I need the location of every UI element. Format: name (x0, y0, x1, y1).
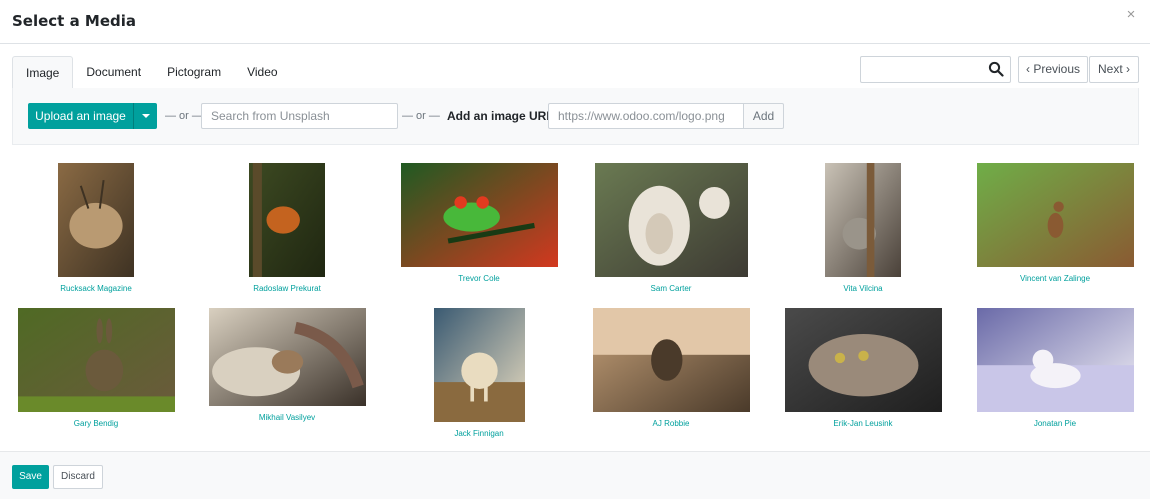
squirrel-image[interactable] (249, 163, 325, 277)
author-link[interactable]: Sam Carter (593, 284, 749, 293)
upload-toolbar: Upload an image — or — — or — Add an ima… (12, 88, 1139, 145)
dialog-header: Select a Media × (0, 0, 1150, 44)
author-link[interactable]: Rucksack Magazine (18, 284, 174, 293)
search-input[interactable] (861, 57, 985, 82)
next-button[interactable]: Next › (1089, 56, 1139, 83)
cat-image[interactable] (208, 308, 366, 406)
or-separator: — or — (165, 110, 203, 122)
rabbit-image[interactable] (17, 308, 175, 412)
media-item[interactable]: Gary Bendig (17, 308, 175, 432)
image-url-label: Add an image URL (447, 109, 554, 123)
author-link[interactable]: Gary Bendig (18, 419, 174, 428)
media-item[interactable]: Vincent van Zalinge (976, 163, 1134, 287)
media-item[interactable]: Jack Finnigan (401, 308, 557, 442)
author-link[interactable]: Vita Vilcina (785, 284, 941, 293)
author-link[interactable]: Vincent van Zalinge (977, 274, 1133, 283)
author-link[interactable]: Jonatan Pie (977, 419, 1133, 428)
dialog-title: Select a Media (12, 12, 137, 30)
unsplash-search-input[interactable] (201, 103, 398, 129)
tab-image[interactable]: Image (12, 56, 74, 89)
tab-pictogram[interactable]: Pictogram (154, 56, 234, 89)
deer-image[interactable] (58, 163, 134, 277)
kitten-image[interactable] (784, 308, 942, 412)
close-icon[interactable]: × (1122, 6, 1140, 24)
upload-image-button[interactable]: Upload an image (28, 103, 133, 129)
or-separator: — or — (402, 110, 440, 122)
author-link[interactable]: Mikhail Vasilyev (209, 413, 365, 422)
save-button[interactable]: Save (12, 465, 49, 489)
search-icon[interactable] (988, 61, 1004, 77)
tree-frog-image[interactable] (400, 163, 558, 267)
author-link[interactable]: Erik-Jan Leusink (785, 419, 941, 428)
image-url-input[interactable] (548, 103, 744, 129)
add-url-button[interactable]: Add (744, 103, 784, 129)
upload-button-group: Upload an image (28, 103, 157, 129)
author-link[interactable]: Trevor Cole (401, 274, 557, 283)
sheep-image[interactable] (594, 163, 748, 277)
media-item[interactable]: Trevor Cole (400, 163, 558, 287)
media-tabs: Image Document Pictogram Video (12, 56, 291, 89)
media-item[interactable]: Rucksack Magazine (18, 163, 174, 297)
tab-video[interactable]: Video (234, 56, 290, 89)
author-link[interactable]: AJ Robbie (593, 419, 749, 428)
media-item[interactable]: Sam Carter (593, 163, 749, 297)
arctic-fox-image[interactable] (976, 308, 1134, 412)
media-item[interactable]: Erik-Jan Leusink (784, 308, 942, 432)
elephant-image[interactable] (592, 308, 750, 412)
author-link[interactable]: Radoslaw Prekurat (209, 284, 365, 293)
media-item[interactable]: Radoslaw Prekurat (209, 163, 365, 297)
dialog-footer: Save Discard (0, 451, 1150, 499)
media-item[interactable]: AJ Robbie (592, 308, 750, 432)
fawn-image[interactable] (976, 163, 1134, 267)
koala-image[interactable] (825, 163, 901, 277)
media-item[interactable]: Vita Vilcina (785, 163, 941, 297)
search-box (860, 56, 1011, 83)
media-dialog: Select a Media × Image Document Pictogra… (0, 0, 1150, 499)
upload-dropdown-toggle[interactable] (133, 103, 157, 129)
author-link[interactable]: Jack Finnigan (401, 429, 557, 438)
media-item[interactable]: Jonatan Pie (976, 308, 1134, 432)
horse-image[interactable] (433, 308, 525, 422)
tab-document[interactable]: Document (73, 56, 154, 89)
media-item[interactable]: Mikhail Vasilyev (208, 308, 366, 426)
discard-button[interactable]: Discard (53, 465, 103, 489)
previous-button[interactable]: ‹ Previous (1018, 56, 1088, 83)
